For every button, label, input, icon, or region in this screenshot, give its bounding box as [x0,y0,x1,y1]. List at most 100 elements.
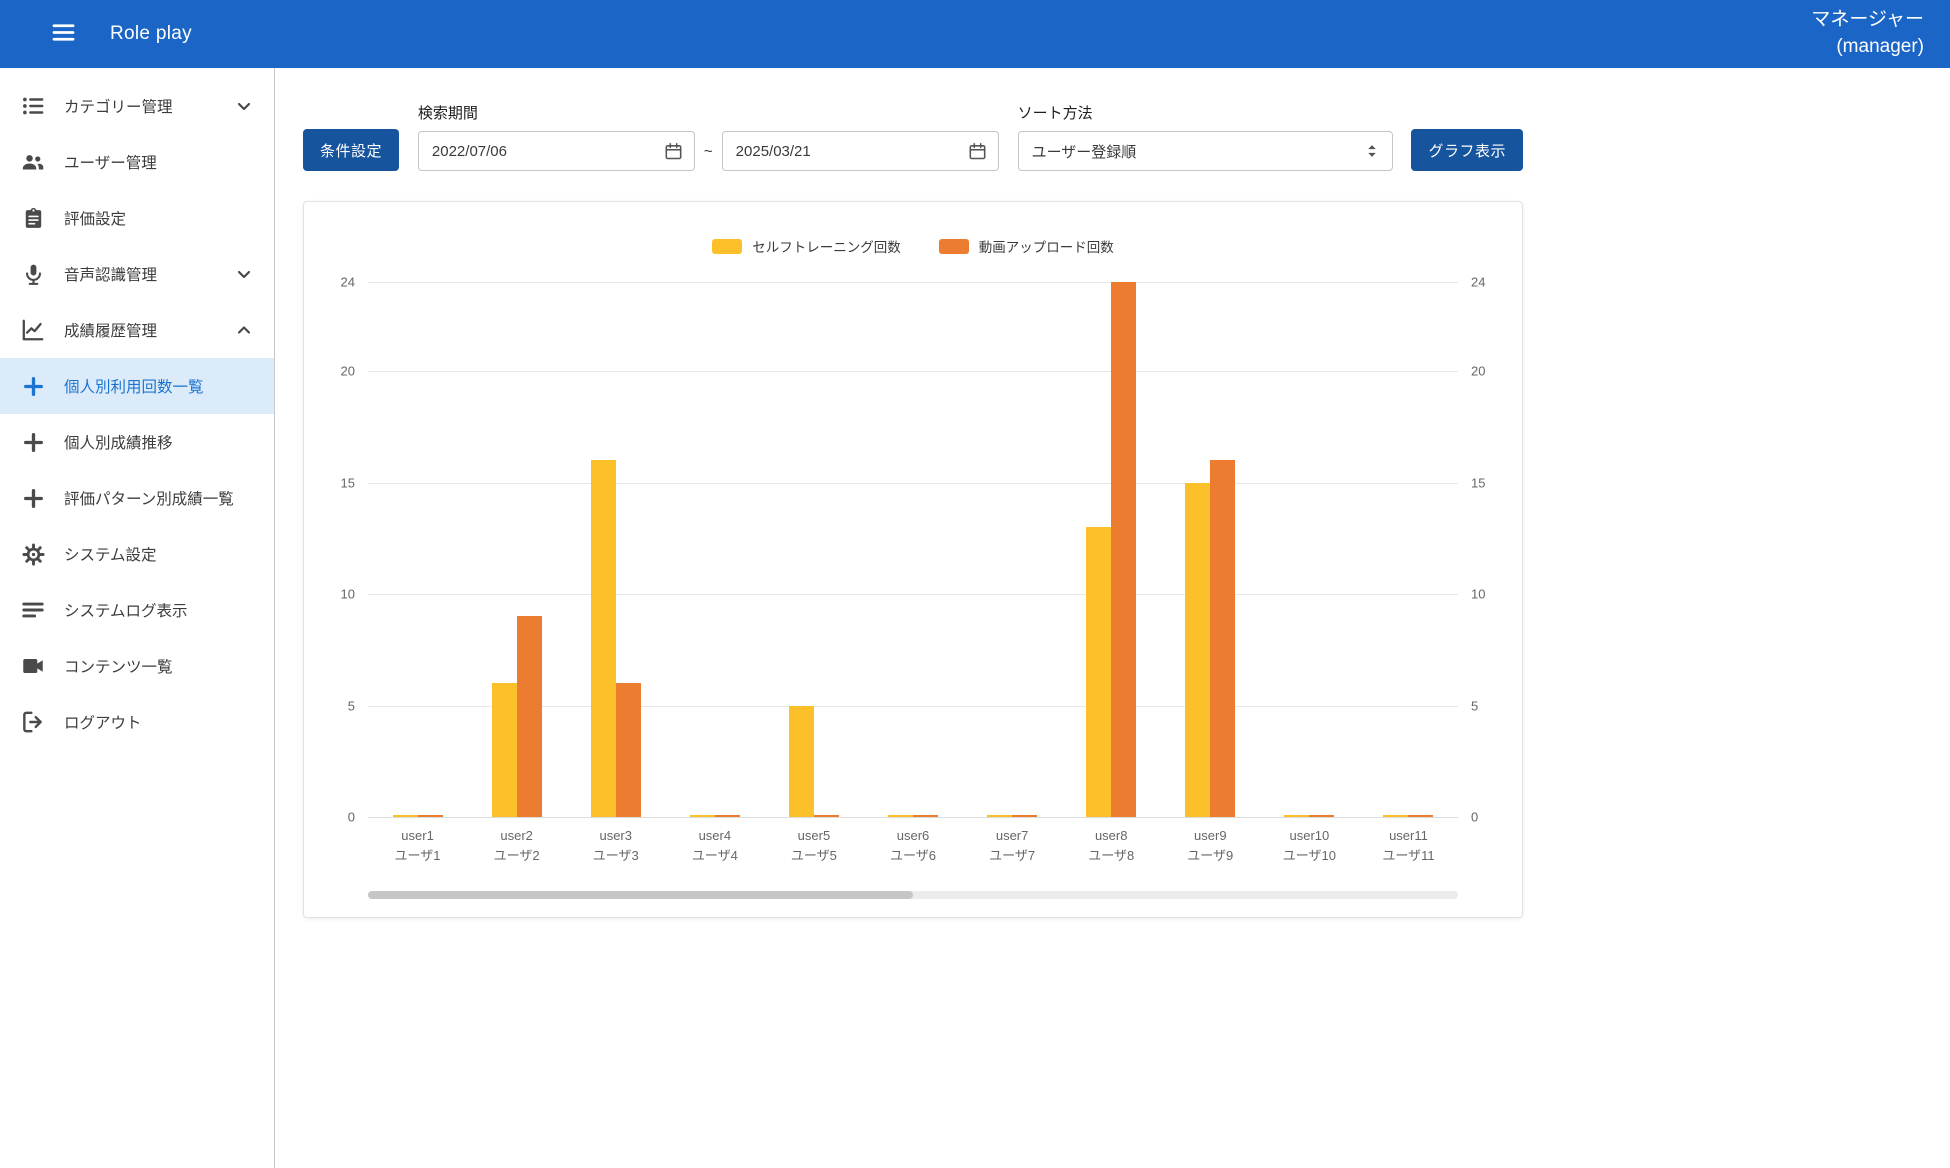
bar[interactable] [690,815,715,817]
clipboard-icon [20,205,46,231]
sidebar-item-label: 評価パターン別成績一覧 [64,487,234,509]
sidebar-item-category-management[interactable]: カテゴリー管理 [0,78,274,134]
x-axis-label: user7ユーザ7 [963,826,1062,865]
chart-icon [20,317,46,343]
bar-group-user10 [1260,815,1359,817]
bar-group-user8 [1062,282,1161,817]
chart-scrollbar[interactable] [368,891,1458,899]
plus-icon [20,373,46,399]
chart-scrollbar-thumb[interactable] [368,891,913,899]
y-axis-tick-left: 10 [341,587,355,602]
x-axis-label: user6ユーザ6 [863,826,962,865]
bar[interactable] [1408,815,1433,817]
bar[interactable] [1284,815,1309,817]
hamburger-icon [50,19,77,49]
bar[interactable] [715,815,740,817]
sidebar-item-speech-recognition-management[interactable]: 音声認識管理 [0,246,274,302]
bar-group-user5 [764,706,863,817]
mic-icon [20,261,46,287]
sidebar-item-system-log[interactable]: システムログ表示 [0,582,274,638]
bar[interactable] [393,815,418,817]
user-role-line2: (manager) [1811,34,1924,61]
legend-label: 動画アップロード回数 [979,236,1114,256]
x-axis-label: user8ユーザ8 [1062,826,1161,865]
sidebar-item-label: 評価設定 [64,207,126,229]
x-axis-label: user9ユーザ9 [1161,826,1260,865]
sidebar-item-usage-count-by-user[interactable]: 個人別利用回数一覧 [0,358,274,414]
legend-swatch [712,239,742,254]
sidebar-item-label: ユーザー管理 [64,151,157,173]
date-separator: ~ [704,143,713,160]
chart-card: セルフトレーニング回数 動画アップロード回数 005510101515202024… [303,201,1523,918]
date-from-value: 2022/07/06 [432,143,507,160]
sort-select-value: ユーザー登録順 [1032,141,1137,162]
plus-icon [20,485,46,511]
bar[interactable] [517,616,542,817]
sidebar-item-grade-trend-by-user[interactable]: 個人別成績推移 [0,414,274,470]
plus-icon [20,429,46,455]
app-title: Role play [110,23,192,45]
condition-settings-button[interactable]: 条件設定 [303,129,399,171]
graph-display-button[interactable]: グラフ表示 [1411,129,1523,171]
sidebar-item-grade-history-management[interactable]: 成績履歴管理 [0,302,274,358]
sidebar-item-label: 個人別利用回数一覧 [64,375,204,397]
sidebar-item-label: 成績履歴管理 [64,319,157,341]
bar[interactable] [814,815,839,817]
bar[interactable] [1210,460,1235,817]
sidebar-item-evaluation-settings[interactable]: 評価設定 [0,190,274,246]
sidebar: カテゴリー管理ユーザー管理評価設定音声認識管理成績履歴管理個人別利用回数一覧個人… [0,68,275,1168]
y-axis-tick-right: 20 [1471,364,1485,379]
bar-group-user9 [1161,460,1260,817]
bar[interactable] [492,683,517,817]
x-axis-label: user3ユーザ3 [566,826,665,865]
sidebar-item-label: 音声認識管理 [64,263,157,285]
video-icon [20,653,46,679]
legend-item[interactable]: 動画アップロード回数 [939,236,1114,256]
bar[interactable] [1012,815,1037,817]
bar-chart: 00551010151520202424 [368,282,1458,817]
x-axis-label: user2ユーザ2 [467,826,566,865]
x-axis-label: user4ユーザ4 [665,826,764,865]
y-axis-tick-right: 15 [1471,475,1485,490]
sidebar-item-label: 個人別成績推移 [64,431,173,453]
sidebar-item-content-list[interactable]: コンテンツ一覧 [0,638,274,694]
bar[interactable] [1111,282,1136,817]
sidebar-item-logout[interactable]: ログアウト [0,694,274,750]
sidebar-item-grades-by-evaluation-pattern[interactable]: 評価パターン別成績一覧 [0,470,274,526]
bar-group-user4 [665,815,764,817]
bar[interactable] [418,815,443,817]
chevron-down-icon [232,262,256,286]
date-range: 2022/07/06 ~ 2025/03/21 [418,131,999,171]
y-axis-tick-right: 10 [1471,587,1485,602]
bar[interactable] [1185,483,1210,817]
date-from-input[interactable]: 2022/07/06 [418,131,695,171]
menu-button[interactable] [46,17,80,51]
bar[interactable] [1309,815,1334,817]
sidebar-item-label: コンテンツ一覧 [64,655,173,677]
sidebar-item-system-settings[interactable]: システム設定 [0,526,274,582]
calendar-icon[interactable] [967,141,988,162]
bar[interactable] [616,683,641,817]
bar[interactable] [789,706,814,817]
date-to-value: 2025/03/21 [736,143,811,160]
bar-group-user7 [963,815,1062,817]
bar[interactable] [591,460,616,817]
log-icon [20,597,46,623]
legend-label: セルフトレーニング回数 [752,236,901,256]
chevron-down-icon [232,94,256,118]
bar[interactable] [913,815,938,817]
calendar-icon[interactable] [663,141,684,162]
bar[interactable] [888,815,913,817]
bar-group-user6 [863,815,962,817]
y-axis-tick-left: 0 [348,810,355,825]
gear-icon [20,541,46,567]
bar[interactable] [1086,527,1111,817]
legend-item[interactable]: セルフトレーニング回数 [712,236,901,256]
sidebar-item-user-management[interactable]: ユーザー管理 [0,134,274,190]
sort-select[interactable]: ユーザー登録順 [1018,131,1393,171]
bar-group-user3 [566,460,665,817]
bar[interactable] [987,815,1012,817]
bar-group-user11 [1359,815,1458,817]
date-to-input[interactable]: 2025/03/21 [722,131,999,171]
bar[interactable] [1383,815,1408,817]
